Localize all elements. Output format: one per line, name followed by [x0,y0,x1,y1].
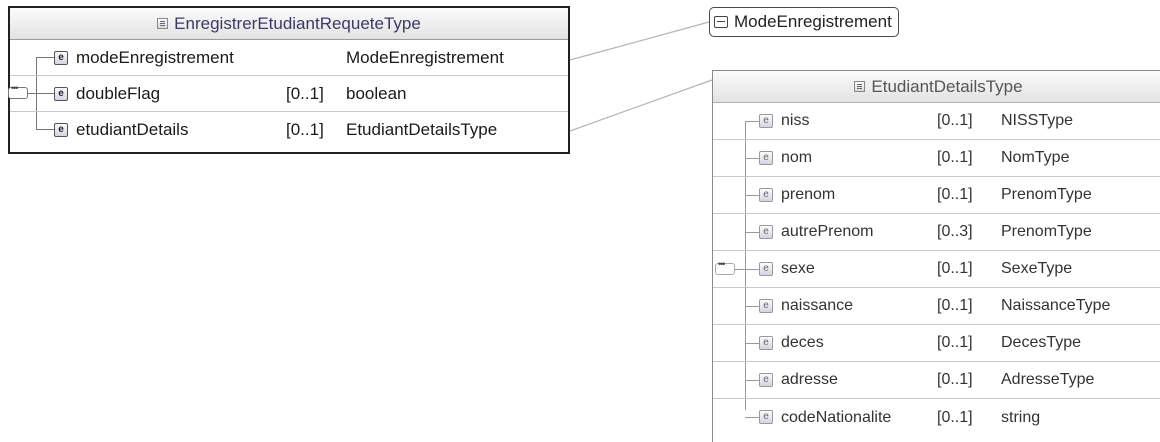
element-icon: e [759,262,773,276]
element-icon: e [759,410,773,424]
element-name: etudiantDetails [76,120,189,139]
element-name: modeEnregistrement [76,47,234,67]
element-row[interactable]: e deces [0..1] DecesType [713,325,1160,362]
element-row[interactable]: e modeEnregistrement ModeEnregistrement [10,40,568,76]
element-type: boolean [346,83,407,103]
element-cardinality: [0..1] [937,149,973,166]
complex-type-box-main[interactable]: EnregistrerEtudiantRequeteType e modeEnr… [8,6,570,154]
element-icon: e [759,373,773,387]
element-icon: e [759,225,773,239]
element-cardinality: [0..1] [937,334,973,351]
complex-type-header: EtudiantDetailsType [713,71,1160,103]
complex-type-header: EnregistrerEtudiantRequeteType [10,8,568,40]
connector-mode [569,21,710,61]
element-icon: e [759,188,773,202]
element-icon: e [759,114,773,128]
element-cardinality: [0..1] [286,120,324,139]
element-cardinality: [0..3] [937,223,973,240]
element-icon: e [759,336,773,350]
connector-details [569,79,713,132]
element-row[interactable]: e doubleFlag [0..1] boolean [10,76,568,112]
element-icon: e [54,87,68,101]
element-type: PrenomType [1001,186,1092,203]
element-name: adresse [781,371,838,388]
element-cardinality: [0..1] [937,186,973,203]
element-type: EtudiantDetailsType [346,120,498,139]
element-type: SexeType [1001,260,1073,277]
element-row[interactable]: e prenom [0..1] PrenomType [713,177,1160,214]
complex-type-title: EtudiantDetailsType [871,76,1023,96]
complex-type-icon [157,18,169,29]
element-name: sexe [781,260,815,277]
element-icon: e [759,151,773,165]
simple-type-icon [714,16,728,28]
element-name: nom [781,149,813,166]
element-name: deces [781,334,824,351]
complex-type-box-details[interactable]: EtudiantDetailsType e niss [0..1] NISSTy… [712,70,1160,442]
element-cardinality: [0..1] [937,260,973,277]
element-name: autrePrenom [781,223,874,240]
element-row[interactable]: e autrePrenom [0..3] PrenomType [713,214,1160,251]
element-cardinality: [0..1] [286,83,324,103]
element-row[interactable]: e codeNationalite [0..1] string [713,399,1160,436]
element-type: NaissanceType [1001,297,1111,314]
element-name: codeNationalite [781,408,892,426]
element-cardinality: [0..1] [937,408,973,426]
element-type: ModeEnregistrement [346,47,504,67]
element-name: doubleFlag [76,83,161,103]
element-name: prenom [781,186,836,203]
element-row[interactable]: e etudiantDetails [0..1] EtudiantDetails… [10,112,568,148]
element-row[interactable]: e nom [0..1] NomType [713,140,1160,177]
element-icon: e [759,299,773,313]
complex-type-title: EnregistrerEtudiantRequeteType [174,13,421,33]
element-type: PrenomType [1001,223,1092,240]
element-type: AdresseType [1001,371,1095,388]
element-row[interactable]: e naissance [0..1] NaissanceType [713,288,1160,325]
element-type: NomType [1001,149,1070,166]
element-row[interactable]: e adresse [0..1] AdresseType [713,362,1160,399]
element-name: naissance [781,297,854,314]
element-cardinality: [0..1] [937,112,973,129]
simple-type-box[interactable]: ModeEnregistrement [709,7,899,37]
element-type: DecesType [1001,334,1082,351]
complex-type-icon [854,81,866,92]
element-cardinality: [0..1] [937,297,973,314]
element-type: NISSType [1001,112,1074,129]
element-cardinality: [0..1] [937,371,973,388]
element-type: string [1001,408,1041,426]
element-row[interactable]: e niss [0..1] NISSType [713,103,1160,140]
element-row[interactable]: e sexe [0..1] SexeType [713,251,1160,288]
simple-type-title: ModeEnregistrement [734,12,892,31]
element-name: niss [781,112,810,129]
element-icon: e [54,51,68,65]
element-icon: e [54,123,68,137]
